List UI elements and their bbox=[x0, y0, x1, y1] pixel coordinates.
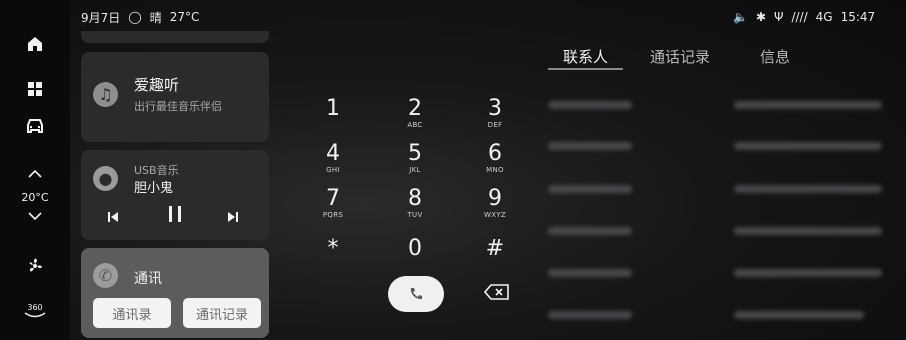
music-card-subtitle: 出行最佳音乐伴侣 bbox=[134, 100, 222, 113]
volume-icon: 🔈 bbox=[733, 10, 748, 24]
music-card[interactable]: ♫ 爱趣听 出行最佳音乐伴侣 bbox=[81, 52, 269, 142]
key-digit: 0 bbox=[408, 236, 422, 261]
contact-row[interactable] bbox=[548, 98, 893, 112]
temperature-text: 27°C bbox=[169, 10, 200, 24]
contact-number-blurred bbox=[734, 101, 882, 109]
contact-name-blurred bbox=[548, 142, 632, 150]
music-note-icon: ♫ bbox=[93, 82, 118, 107]
key-digit: 4 bbox=[326, 141, 340, 166]
song-title: 胆小鬼 bbox=[134, 181, 174, 196]
left-rail: 20°C 360 bbox=[0, 0, 70, 340]
key-digit: 7 bbox=[326, 186, 340, 211]
keypad-key[interactable]: 3 DEF bbox=[465, 96, 525, 130]
camera-360-label: 360 bbox=[27, 302, 43, 312]
contact-row[interactable] bbox=[548, 182, 893, 196]
contact-name-blurred bbox=[548, 101, 632, 109]
globe-icon: ◯ bbox=[128, 10, 142, 24]
usb-icon: Ψ bbox=[774, 10, 784, 24]
usb-music-card[interactable]: ● USB音乐 胆小鬼 bbox=[81, 150, 269, 240]
keypad-key[interactable]: 1 bbox=[303, 98, 363, 121]
signal-icon: //// bbox=[791, 10, 808, 24]
keypad-key[interactable]: 7 PQRS bbox=[303, 186, 363, 220]
key-letters: ABC bbox=[407, 121, 423, 129]
home-icon[interactable] bbox=[17, 30, 53, 58]
key-letters: TUV bbox=[407, 211, 423, 219]
key-digit: # bbox=[485, 236, 505, 261]
prev-track-icon[interactable] bbox=[107, 208, 119, 227]
apps-grid-icon[interactable] bbox=[17, 75, 53, 103]
clock-text: 15:47 bbox=[840, 10, 876, 24]
contact-name-blurred bbox=[548, 311, 632, 319]
contact-row[interactable] bbox=[548, 224, 893, 238]
keypad-key[interactable]: 0 bbox=[385, 238, 445, 261]
backspace-icon[interactable] bbox=[483, 283, 510, 305]
pause-icon[interactable] bbox=[167, 205, 183, 227]
usb-source-label: USB音乐 bbox=[134, 164, 179, 177]
music-card-title: 爱趣听 bbox=[134, 76, 180, 94]
contact-number-blurred bbox=[734, 269, 882, 277]
fan-icon[interactable] bbox=[17, 252, 53, 280]
key-digit: 5 bbox=[408, 141, 422, 166]
music-disc-icon: ● bbox=[93, 166, 118, 191]
active-tab-underline bbox=[548, 68, 623, 70]
keypad-key[interactable]: * bbox=[303, 238, 363, 261]
temp-down-icon[interactable] bbox=[17, 202, 53, 230]
key-digit: * bbox=[327, 236, 339, 261]
comm-card-title: 通讯 bbox=[134, 271, 162, 287]
key-letters: GHI bbox=[326, 166, 340, 174]
key-letters: JKL bbox=[409, 166, 421, 174]
weather-text: 晴 bbox=[149, 10, 162, 25]
keypad-key[interactable]: 4 GHI bbox=[303, 141, 363, 175]
call-button[interactable] bbox=[388, 276, 444, 312]
key-digit: 6 bbox=[488, 141, 502, 166]
call-log-button[interactable]: 通讯记录 bbox=[183, 298, 261, 328]
contact-name-blurred bbox=[548, 227, 632, 235]
phone-icon: ✆ bbox=[93, 263, 118, 288]
key-digit: 3 bbox=[488, 96, 502, 121]
bluetooth-icon: ✱ bbox=[755, 10, 767, 24]
status-left: 9月7日 ◯ 晴 27°C bbox=[81, 8, 199, 26]
keypad-key[interactable]: 5 JKL bbox=[385, 141, 445, 175]
tab-messages[interactable]: 信息 bbox=[760, 46, 790, 67]
key-digit: 9 bbox=[488, 186, 502, 211]
tab-call-log[interactable]: 通话记录 bbox=[650, 46, 710, 67]
contact-number-blurred bbox=[734, 142, 882, 150]
key-letters: PQRS bbox=[322, 211, 344, 219]
key-digit: 2 bbox=[408, 96, 422, 121]
key-digit: 8 bbox=[408, 186, 422, 211]
top-card-edge bbox=[81, 31, 269, 43]
keypad-key[interactable]: 2 ABC bbox=[385, 96, 445, 130]
key-letters: DEF bbox=[487, 121, 503, 129]
contact-number-blurred bbox=[734, 227, 882, 235]
comm-card[interactable]: ✆ 通讯 通讯录 通讯记录 bbox=[81, 248, 269, 338]
key-letters: WXYZ bbox=[484, 211, 506, 219]
network-text: 4G bbox=[815, 10, 833, 24]
key-digit: 1 bbox=[326, 96, 340, 121]
contacts-button[interactable]: 通讯录 bbox=[93, 298, 171, 328]
next-track-icon[interactable] bbox=[227, 208, 239, 227]
keypad-key[interactable]: 9 WXYZ bbox=[465, 186, 525, 220]
car-icon[interactable] bbox=[17, 112, 53, 140]
key-letters: MNO bbox=[486, 166, 504, 174]
contact-row[interactable] bbox=[548, 308, 893, 322]
tab-contacts[interactable]: 联系人 bbox=[563, 46, 608, 67]
contact-number-blurred bbox=[734, 311, 864, 319]
contact-number-blurred bbox=[734, 185, 882, 193]
status-right: 🔈 ✱ Ψ //// 4G 15:47 bbox=[733, 8, 875, 26]
contact-name-blurred bbox=[548, 269, 632, 277]
keypad-key[interactable]: 8 TUV bbox=[385, 186, 445, 220]
keypad-key[interactable]: 6 MNO bbox=[465, 141, 525, 175]
date-text: 9月7日 bbox=[81, 10, 121, 25]
car-infotainment-screen: 20°C 360 9月7日 ◯ 晴 27°C 🔈 ✱ Ψ //// 4G 15:… bbox=[0, 0, 906, 340]
contact-row[interactable] bbox=[548, 266, 893, 280]
camera-360-button[interactable]: 360 bbox=[17, 296, 53, 324]
contact-name-blurred bbox=[548, 185, 632, 193]
keypad-key[interactable]: # bbox=[465, 238, 525, 261]
contact-row[interactable] bbox=[548, 139, 893, 153]
phone-call-icon bbox=[410, 288, 422, 300]
